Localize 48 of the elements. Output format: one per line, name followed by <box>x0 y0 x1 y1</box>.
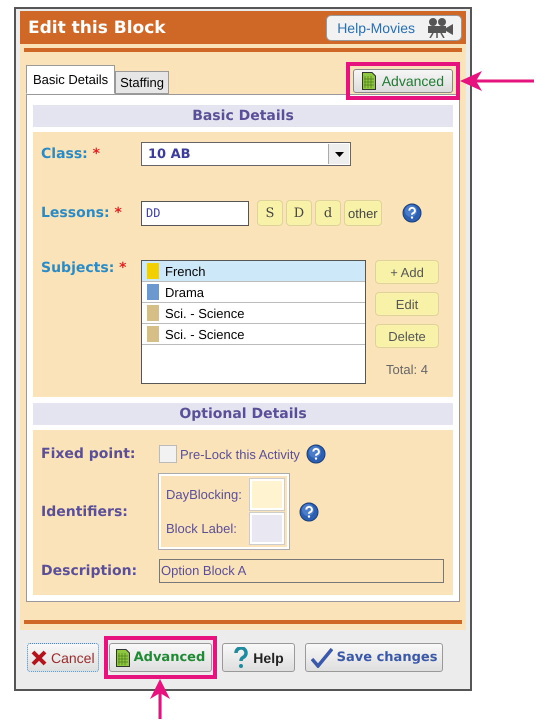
description-field[interactable]: Option Block A <box>159 559 444 583</box>
tab[interactable]: Staffing <box>115 71 169 94</box>
identifier-field[interactable] <box>250 513 284 544</box>
lesson-type-button[interactable]: S <box>257 200 283 226</box>
subject-action-button[interactable]: Edit <box>375 292 439 316</box>
lesson-type-button[interactable]: D <box>286 200 312 226</box>
section-heading: Optional Details <box>33 403 453 425</box>
subjects-list[interactable]: French Drama Sci. - Science Sci. - Science <box>141 260 366 384</box>
help-button[interactable]: Help <box>222 643 295 672</box>
help-icon[interactable] <box>306 444 326 464</box>
film-camera-icon <box>425 18 455 38</box>
window-title: Edit this Block <box>28 18 166 38</box>
advanced-button[interactable]: Advanced <box>108 643 212 672</box>
help-icon[interactable] <box>298 502 319 522</box>
cancel-button[interactable]: Cancel <box>27 643 99 672</box>
field-label: DayBlocking: <box>166 487 242 502</box>
field-label: Identifiers: <box>41 504 129 520</box>
identifier-field[interactable] <box>250 479 284 510</box>
subject-item[interactable]: French <box>142 261 365 282</box>
question-mark-icon <box>233 646 250 668</box>
checkbox[interactable] <box>159 445 177 463</box>
lessons-field[interactable]: DD <box>141 200 249 226</box>
save-button[interactable]: Save changes <box>304 643 444 672</box>
section-heading: Basic Details <box>33 105 453 127</box>
field-label: Class: * <box>41 146 101 162</box>
class-dropdown[interactable]: 10 AB <box>141 142 351 166</box>
field-label: Lessons: * <box>41 205 123 221</box>
lesson-type-button[interactable]: other <box>344 200 382 226</box>
subject-item[interactable]: Sci. - Science <box>142 303 365 324</box>
subject-action-button[interactable]: + Add <box>375 260 439 284</box>
help-icon[interactable] <box>402 203 422 223</box>
advanced-button[interactable]: Advanced <box>352 69 453 93</box>
field-label: Fixed point: <box>41 446 136 462</box>
spreadsheet-icon <box>362 72 376 90</box>
tab[interactable]: Basic Details <box>26 65 116 94</box>
field-label: Description: <box>41 563 138 579</box>
help-movies-button[interactable]: Help-Movies <box>326 14 462 40</box>
close-icon <box>31 650 47 666</box>
subject-item[interactable]: Drama <box>142 282 365 303</box>
total-count: Total: 4 <box>386 362 428 377</box>
checkmark-icon <box>310 648 333 668</box>
subject-item[interactable]: Sci. - Science <box>142 324 365 345</box>
subject-action-button[interactable]: Delete <box>375 324 439 348</box>
checkbox-label: Pre-Lock this Activity <box>180 446 300 462</box>
field-label: Block Label: <box>166 521 237 536</box>
lesson-type-button[interactable]: d <box>315 200 341 226</box>
field-label: Subjects: * <box>41 260 128 276</box>
spreadsheet-icon <box>116 648 130 666</box>
